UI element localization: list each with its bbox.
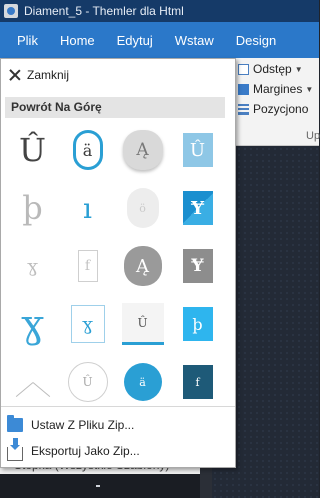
chevron-down-icon: ▼ [305,84,314,94]
style-option[interactable]: ı [60,179,115,237]
style-option[interactable]: Ą [115,237,170,295]
style-option[interactable]: ä [60,121,115,179]
menu-design[interactable]: Design [225,33,287,48]
menu-bar: Plik Home Edytuj Wstaw Design [0,22,319,58]
style-option[interactable]: f [170,353,225,411]
style-preview: ä [72,130,103,170]
menu-wstaw[interactable]: Wstaw [164,33,225,48]
app-logo-icon [4,4,18,18]
style-preview: Ą [123,246,162,286]
style-preview: f [77,250,98,282]
style-preview: Û [121,303,164,345]
menu-home[interactable]: Home [49,33,106,48]
style-option[interactable]: ö [115,179,170,237]
spacing-icon [238,63,249,75]
style-option[interactable]: Ɏ [170,179,225,237]
style-option[interactable]: þ [170,295,225,353]
style-option[interactable]: ɣ [5,295,60,353]
spacing-label: Odstęp [253,62,292,76]
margins-label: Margines [253,82,303,96]
style-preview: ä [123,363,162,401]
back-to-top-styles-panel: Zamknij Powrót Na Górę Û ä Ą Û þ ı ö Ɏ ɣ… [0,58,236,468]
style-option[interactable]: f [60,237,115,295]
style-preview: Ą [122,130,163,170]
ribbon: Odstęp ▼ Margines ▼ Pozycjono Up [236,58,320,146]
style-option[interactable]: Û [5,121,60,179]
export-zip-label: Eksportuj Jako Zip... [31,444,140,458]
window-title: Diament_5 - Themler dla Html [24,4,184,18]
style-option[interactable]: Û [170,121,225,179]
close-icon [9,69,21,81]
style-option[interactable]: Ą [115,121,170,179]
spacing-dropdown[interactable]: Odstęp ▼ [238,62,303,76]
style-option[interactable]: ɣ [5,237,60,295]
folder-icon [7,415,23,432]
title-bar: Diament_5 - Themler dla Html [0,0,319,22]
menu-edytuj[interactable]: Edytuj [106,33,164,48]
style-preview: ɣ [27,255,38,277]
section-title: Powrót Na Górę [5,97,225,118]
margins-icon [238,83,249,95]
style-preview: þ [182,307,213,341]
style-option[interactable]: Ɏ [170,237,225,295]
style-option[interactable]: þ [5,179,60,237]
style-option[interactable]: ɣ [60,295,115,353]
style-preview: ı [83,191,92,225]
margins-dropdown[interactable]: Margines ▼ [238,82,313,96]
ribbon-group-label: Up [306,130,320,142]
style-preview: þ [22,189,43,227]
style-preview: Û [67,362,108,402]
style-preview: Ɏ [182,249,213,283]
close-label: Zamknij [27,68,70,82]
style-preview: ö [126,188,159,228]
style-option[interactable] [5,353,60,411]
style-preview: Û [19,131,46,169]
close-button[interactable]: Zamknij [1,59,235,91]
style-preview: ɣ [70,305,105,343]
chevron-up-icon [15,372,51,392]
style-preview: ɣ [21,302,44,346]
divider [1,406,235,407]
style-preview: f [182,365,213,399]
position-label: Pozycjono [253,102,309,116]
chevron-down-icon: ▼ [294,64,303,74]
export-icon [7,438,23,461]
position-icon [238,103,249,115]
menu-plik[interactable]: Plik [0,33,49,48]
style-option[interactable]: Û [60,353,115,411]
position-dropdown[interactable]: Pozycjono [238,102,308,116]
style-preview: Ɏ [182,191,213,225]
load-from-zip-label: Ustaw Z Pliku Zip... [31,418,135,432]
style-preview: Û [182,133,213,167]
dot-icon [96,485,100,487]
style-option[interactable]: Û [115,295,170,353]
bottom-dark-bar [0,474,200,498]
style-option[interactable]: ä [115,353,170,411]
load-from-zip-button[interactable]: Ustaw Z Pliku Zip... [1,413,235,437]
export-zip-button[interactable]: Eksportuj Jako Zip... [1,438,235,463]
